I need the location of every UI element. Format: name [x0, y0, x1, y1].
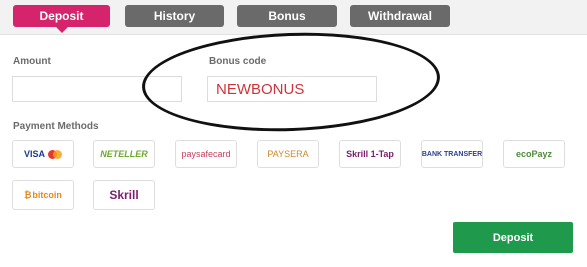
mastercard-icon	[48, 149, 62, 159]
skrill-logo: Skrill	[109, 188, 139, 202]
tab-withdrawal[interactable]: Withdrawal	[350, 5, 450, 27]
ecopayz-logo: ecoPayz	[515, 149, 553, 159]
bitcoin-icon: ₿	[24, 190, 32, 200]
payment-method-paysera[interactable]: PAYSERA	[257, 140, 319, 168]
payment-method-bitcoin[interactable]: ₿ bitcoin	[12, 180, 74, 210]
visa-logo: VISA	[23, 149, 45, 159]
amount-label: Amount	[13, 56, 51, 67]
payment-method-bank-transfer[interactable]: BANK TRANSFER	[421, 140, 483, 168]
payment-method-visa[interactable]: VISA	[12, 140, 74, 168]
payment-method-paysafecard[interactable]: paysafecard	[175, 140, 237, 168]
bank-transfer-logo: BANK TRANSFER	[421, 150, 483, 158]
paysafecard-logo: paysafecard	[181, 149, 231, 159]
tab-bonus[interactable]: Bonus	[237, 5, 337, 27]
payment-method-neteller[interactable]: NETELLER	[93, 140, 155, 168]
tab-bar: Deposit History Bonus Withdrawal	[0, 0, 587, 35]
highlight-oval	[140, 27, 442, 137]
payment-method-ecopayz[interactable]: ecoPayz	[503, 140, 565, 168]
payment-method-skrill-1tap[interactable]: Skrill 1-Tap	[339, 140, 401, 168]
payment-methods-label: Payment Methods	[13, 121, 99, 132]
tab-deposit[interactable]: Deposit	[13, 5, 110, 33]
paysera-logo: PAYSERA	[267, 149, 309, 159]
tab-history[interactable]: History	[125, 5, 224, 27]
deposit-button[interactable]: Deposit	[453, 222, 573, 253]
bitcoin-logo: bitcoin	[32, 190, 62, 200]
payment-method-skrill[interactable]: Skrill	[93, 180, 155, 210]
skrill-1tap-logo: Skrill 1-Tap	[346, 149, 394, 159]
neteller-logo: NETELLER	[100, 149, 148, 159]
